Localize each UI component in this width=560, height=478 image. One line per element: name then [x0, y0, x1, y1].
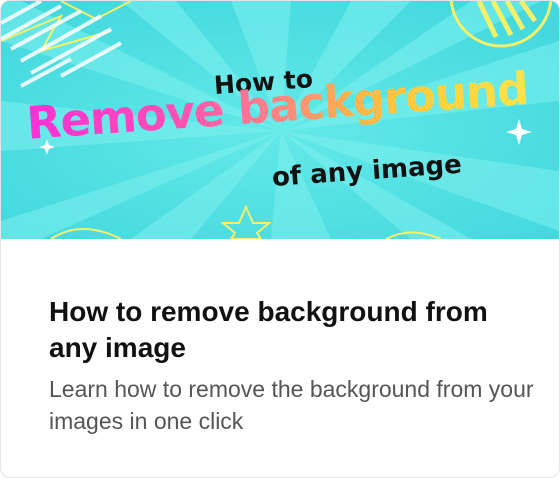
- card-description: Learn how to remove the background from …: [49, 376, 534, 434]
- card-thumbnail: How to Remove background of any image: [1, 1, 559, 239]
- banner-headline-line3: of any image: [271, 149, 463, 193]
- tutorial-card[interactable]: How to Remove background of any image Ho…: [0, 0, 560, 478]
- banner-headline: How to Remove background of any image: [1, 1, 559, 239]
- card-body: How to remove background from any image …: [1, 239, 559, 477]
- card-title[interactable]: How to remove background from any image: [49, 294, 529, 366]
